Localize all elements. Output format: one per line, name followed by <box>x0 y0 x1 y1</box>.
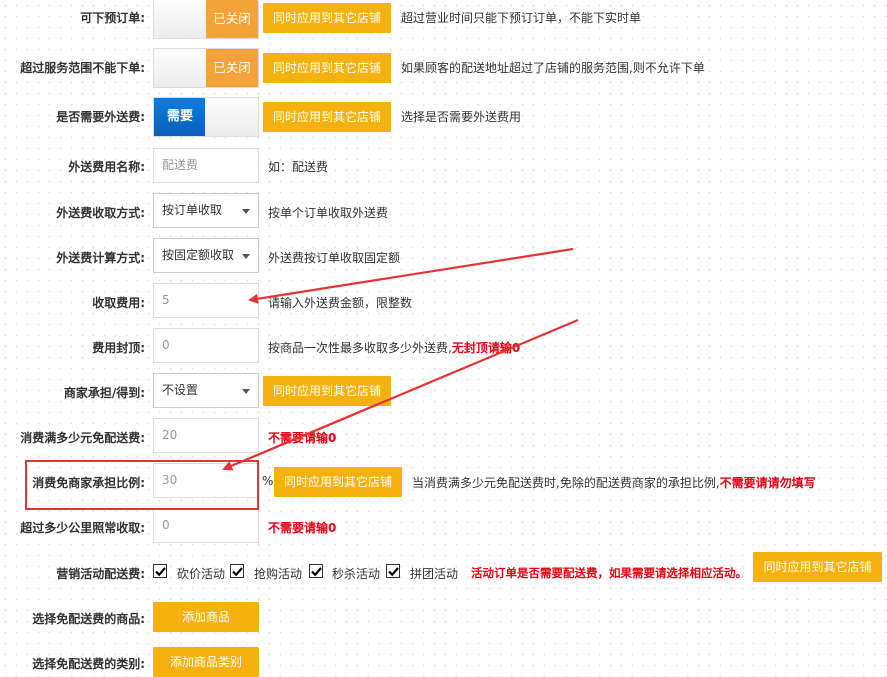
merchant-bear-select[interactable]: 不设置 <box>153 373 259 408</box>
checkbox-flash-buy[interactable] <box>230 564 244 578</box>
free-goods-label: 选择免配送费的商品: <box>32 612 145 626</box>
toggle-state-off: 已关闭 <box>206 49 258 87</box>
add-category-button[interactable]: 添加商品类别 <box>153 647 259 677</box>
check-icon <box>388 567 399 577</box>
charge-mode-value: 按订单收取 <box>162 203 223 217</box>
fee-name-label: 外送费用名称: <box>68 160 145 174</box>
fee-cap-warn: 无封顶请输0 <box>451 341 521 355</box>
fee-cap-help-text: 按商品一次性最多收取多少外送费, <box>268 341 452 355</box>
free-threshold-input[interactable]: 20 <box>153 418 259 453</box>
merchant-bear-value: 不设置 <box>162 383 199 397</box>
check-icon <box>311 567 322 577</box>
promo-option-label: 砍价活动 <box>177 567 226 581</box>
need-fee-apply-button[interactable]: 同时应用到其它店铺 <box>263 102 391 132</box>
need-fee-label: 是否需要外送费: <box>56 110 145 124</box>
distance-warn: 不需要请输0 <box>268 521 337 535</box>
merchant-bear-label: 商家承担/得到: <box>63 386 145 400</box>
fee-name-help: 如：配送费 <box>268 160 329 174</box>
free-ratio-warn: 不需要请请勿填写 <box>719 476 816 490</box>
fee-cap-label: 费用封顶: <box>92 341 145 355</box>
fee-name-input[interactable]: 配送费 <box>153 148 259 183</box>
preorder-toggle[interactable]: 已关闭 <box>153 0 259 39</box>
add-goods-button[interactable]: 添加商品 <box>153 602 259 632</box>
fee-amount-label: 收取费用: <box>92 296 145 310</box>
promo-option-label: 秒杀活动 <box>332 567 381 581</box>
free-threshold-warn: 不需要请输0 <box>268 431 337 445</box>
distance-input[interactable]: 0 <box>153 508 259 543</box>
toggle-track <box>154 49 207 87</box>
checkbox-seckill[interactable] <box>309 564 323 578</box>
chevron-down-icon <box>242 389 250 394</box>
preorder-label: 可下预订单: <box>80 11 145 25</box>
fee-cap-help: 按商品一次性最多收取多少外送费,无封顶请输0 <box>268 339 520 356</box>
fee-amount-help: 请输入外送费金额，限整数 <box>268 296 413 310</box>
distance-label: 超过多少公里照常收取: <box>20 521 145 535</box>
promo-apply-button[interactable]: 同时应用到其它店铺 <box>753 552 882 582</box>
promo-option-label: 抢购活动 <box>254 567 303 581</box>
out-of-range-apply-button[interactable]: 同时应用到其它店铺 <box>263 53 391 83</box>
annotation-highlight-box <box>25 460 259 510</box>
chevron-down-icon <box>242 209 250 214</box>
promo-warn: 活动订单是否需要配送费，如果需要请选择相应活动。 <box>471 566 747 580</box>
charge-mode-help: 按单个订单收取外送费 <box>268 206 389 220</box>
out-of-range-help: 如果顾客的配送地址超过了店铺的服务范围,则不允许下单 <box>401 61 705 75</box>
free-threshold-label: 消费满多少元免配送费: <box>20 431 145 445</box>
chevron-down-icon <box>242 254 250 259</box>
out-of-range-toggle[interactable]: 已关闭 <box>153 48 259 88</box>
toggle-state-off: 已关闭 <box>206 0 258 38</box>
toggle-track <box>154 0 207 38</box>
promo-option-label: 拼团活动 <box>410 567 459 581</box>
preorder-help: 超过营业时间只能下预订订单，不能下实时单 <box>401 11 642 25</box>
fee-cap-input[interactable]: 0 <box>153 328 259 363</box>
merchant-bear-apply-button[interactable]: 同时应用到其它店铺 <box>263 376 391 406</box>
toggle-state-on: 需要 <box>154 98 206 136</box>
need-fee-toggle[interactable]: 需要 <box>153 97 259 137</box>
toggle-track <box>205 98 258 136</box>
promo-label: 营销活动配送费: <box>56 567 145 581</box>
calc-mode-value: 按固定额收取 <box>162 248 235 262</box>
charge-mode-select[interactable]: 按订单收取 <box>153 193 259 228</box>
free-ratio-unit: % <box>262 474 274 488</box>
calc-mode-label: 外送费计算方式: <box>56 251 145 265</box>
fee-amount-input[interactable]: 5 <box>153 283 259 318</box>
calc-mode-select[interactable]: 按固定额收取 <box>153 238 259 273</box>
free-ratio-apply-button[interactable]: 同时应用到其它店铺 <box>274 467 402 497</box>
check-icon <box>232 567 243 577</box>
charge-mode-label: 外送费收取方式: <box>56 206 145 220</box>
free-ratio-help: 当消费满多少元免配送费时,免除的配送费商家的承担比例,不需要请请勿填写 <box>412 474 816 491</box>
out-of-range-label: 超过服务范围不能下单: <box>20 61 145 75</box>
calc-mode-help: 外送费按订单收取固定额 <box>268 251 401 265</box>
free-category-label: 选择免配送费的类别: <box>32 657 145 671</box>
checkbox-group-buy[interactable] <box>386 564 400 578</box>
preorder-apply-button[interactable]: 同时应用到其它店铺 <box>263 3 391 33</box>
checkbox-bargain[interactable] <box>153 564 167 578</box>
free-ratio-help-text: 当消费满多少元免配送费时,免除的配送费商家的承担比例, <box>412 476 720 490</box>
need-fee-help: 选择是否需要外送费用 <box>401 110 522 124</box>
check-icon <box>155 567 166 577</box>
